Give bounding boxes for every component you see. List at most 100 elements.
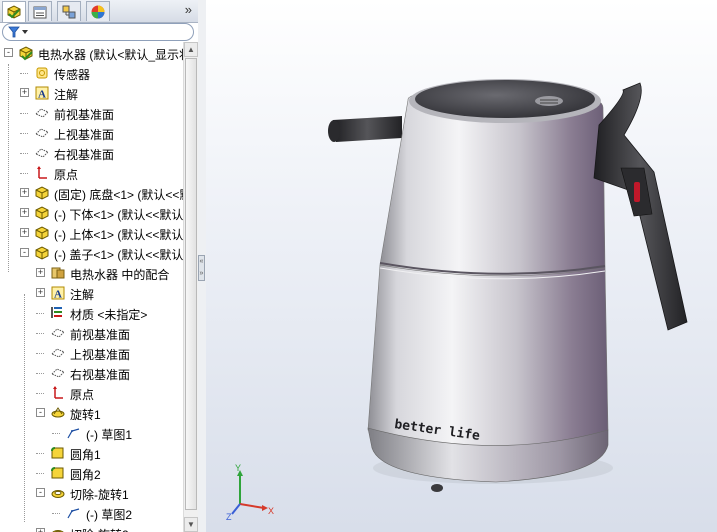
tree-item-label: 前视基准面 [70, 328, 131, 342]
tree-item-label: 切除-旋转1 [70, 488, 129, 502]
svg-text:A: A [38, 89, 46, 101]
scroll-down-button[interactable]: ▼ [184, 517, 198, 532]
collapse-toggle[interactable]: - [36, 488, 45, 497]
expand-toggle[interactable]: + [20, 88, 29, 97]
tree-root[interactable]: - 电热水器 (默认<默认_显示状 [0, 43, 183, 63]
tree-item-label: 右视基准面 [70, 368, 131, 382]
tree-item[interactable]: - (-) 盖子<1> (默认<<默认 [0, 243, 183, 263]
annotation-icon: A [50, 285, 66, 301]
configuration-icon [62, 5, 76, 19]
tree-item[interactable]: 前视基准面 [0, 103, 183, 123]
feature-manager-panel: » - 电热水器 (默认<默认_显示状 传感器 + A 注解 前视基准面 上视基准面 右视基准面… [0, 0, 199, 532]
mates-icon [50, 265, 66, 281]
collapse-toggle[interactable]: - [36, 408, 45, 417]
tree-item[interactable]: - 切除-旋转1 [0, 483, 183, 503]
tree-item-label: 电热水器 中的配合 [70, 268, 170, 282]
tree-scrollbar[interactable]: ▲ ▼ [183, 42, 198, 532]
panel-splitter[interactable]: «» [198, 0, 206, 532]
material-icon [50, 305, 66, 321]
tree-item[interactable]: 右视基准面 [0, 143, 183, 163]
tree-item-label: 切除-旋转2 [70, 526, 129, 532]
splitter-grip[interactable]: «» [198, 255, 205, 281]
tree-item[interactable]: 传感器 [0, 63, 183, 83]
expand-toggle[interactable]: + [20, 228, 29, 237]
tree-item-label: 传感器 [54, 68, 91, 82]
tree-item[interactable]: - 旋转1 [0, 403, 183, 423]
collapse-toggle[interactable]: - [4, 48, 13, 57]
feature-tree: - 电热水器 (默认<默认_显示状 传感器 + A 注解 前视基准面 上视基准面 右视基准面 原点… [0, 42, 183, 532]
tree-item-label: 前视基准面 [54, 108, 115, 122]
tree-item-label: 电热水器 (默认<默认_显示状 [38, 48, 183, 62]
triad-z-label: Z [226, 512, 232, 522]
tab-featuremanager[interactable] [2, 1, 26, 22]
lid-button[interactable] [535, 96, 563, 106]
tree-item[interactable]: 右视基准面 [0, 363, 183, 383]
expand-toggle[interactable]: + [36, 268, 45, 277]
plane-icon [34, 145, 50, 161]
part-icon [34, 225, 50, 241]
tab-propertymanager[interactable] [28, 1, 52, 21]
spout-handle[interactable] [328, 116, 402, 142]
feature-tree-icon [7, 5, 21, 19]
tree-item-label: (固定) 底盘<1> (默认<<默 [54, 188, 183, 202]
tree-item[interactable]: + A 注解 [0, 83, 183, 103]
collapse-panel-button[interactable]: » [185, 2, 192, 17]
property-icon [33, 6, 47, 19]
plane-icon [50, 325, 66, 341]
tree-item[interactable]: + 电热水器 中的配合 [0, 263, 183, 283]
expand-toggle[interactable]: + [36, 528, 45, 532]
scroll-up-button[interactable]: ▲ [184, 42, 198, 57]
tree-item[interactable]: 材质 <未指定> [0, 303, 183, 323]
tree-item[interactable]: 圆角2 [0, 463, 183, 483]
tree-item[interactable]: + 切除-旋转2 [0, 523, 183, 532]
origin-icon [50, 385, 66, 401]
tree-item-label: 注解 [70, 288, 95, 302]
tree-item-label: (-) 下体<1> (默认<<默认 [54, 208, 183, 222]
scroll-thumb[interactable] [185, 58, 197, 510]
plane-icon [50, 365, 66, 381]
tree-item-label: 圆角2 [70, 468, 101, 482]
kettle-lid[interactable] [415, 80, 595, 118]
tab-displaymanager[interactable] [86, 1, 110, 21]
manager-tabs: » [0, 0, 198, 23]
collapse-toggle[interactable]: - [20, 248, 29, 257]
expand-toggle[interactable]: + [20, 188, 29, 197]
kettle-handle[interactable] [593, 82, 688, 331]
tree-item[interactable]: 圆角1 [0, 443, 183, 463]
tree-item[interactable]: 上视基准面 [0, 123, 183, 143]
tree-item[interactable]: 前视基准面 [0, 323, 183, 343]
tree-item[interactable]: + (固定) 底盘<1> (默认<<默 [0, 183, 183, 203]
tree-item-label: 上视基准面 [54, 128, 115, 142]
tree-item-label: 圆角1 [70, 448, 101, 462]
tree-item-label: (-) 上体<1> (默认<<默认 [54, 228, 183, 242]
graphics-area[interactable]: better life Y X Z [206, 0, 717, 532]
tree-item[interactable]: 原点 [0, 163, 183, 183]
tree-item[interactable]: (-) 草图1 [0, 423, 183, 443]
cut-revolve-icon [50, 525, 66, 532]
fillet-icon [50, 445, 66, 461]
tree-item-label: 上视基准面 [70, 348, 131, 362]
tree-item[interactable]: + (-) 上体<1> (默认<<默认 [0, 223, 183, 243]
tree-filter[interactable] [2, 23, 194, 41]
tree-item[interactable]: 原点 [0, 383, 183, 403]
origin-icon [34, 165, 50, 181]
kettle-model[interactable]: better life Y X Z [206, 0, 717, 532]
coordinate-triad: Y X Z [226, 463, 274, 522]
tree-item[interactable]: + A 注解 [0, 283, 183, 303]
revolve-icon [50, 405, 66, 421]
tree-item[interactable]: + (-) 下体<1> (默认<<默认 [0, 203, 183, 223]
expand-toggle[interactable]: + [20, 208, 29, 217]
tree-item-label: 原点 [70, 388, 95, 402]
tree-item[interactable]: 上视基准面 [0, 343, 183, 363]
tree-item-label: 材质 <未指定> [70, 308, 148, 322]
tab-configurationmanager[interactable] [57, 1, 81, 21]
plane-icon [34, 125, 50, 141]
sensor-icon [34, 65, 50, 81]
plane-icon [50, 345, 66, 361]
sketch-icon [66, 425, 82, 441]
tree-item[interactable]: (-) 草图2 [0, 503, 183, 523]
expand-toggle[interactable]: + [36, 288, 45, 297]
tree-item-label: (-) 草图2 [86, 508, 132, 522]
tree-item-label: 右视基准面 [54, 148, 115, 162]
power-connector [431, 484, 443, 492]
